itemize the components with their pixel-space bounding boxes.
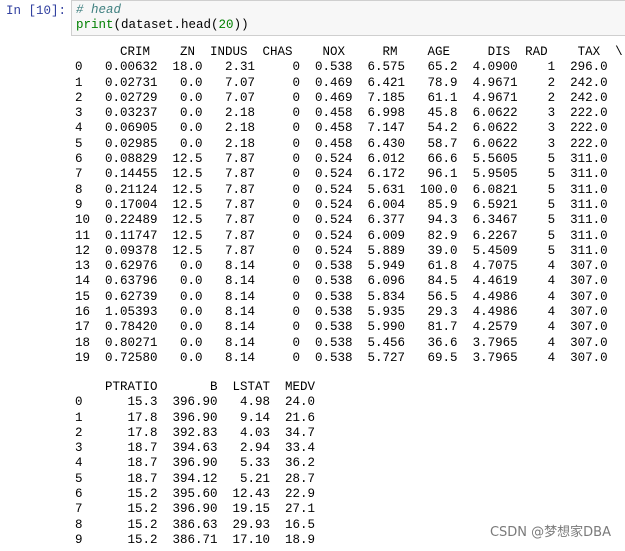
code-call-close: )): [233, 18, 249, 32]
output-table-part-2: PTRATIO B LSTAT MEDV 0 15.3 396.90 4.98 …: [75, 380, 316, 547]
code-function-name: print: [76, 18, 114, 32]
code-statement: print(dataset.head(20)): [76, 18, 249, 33]
output-table-part-1: CRIM ZN INDUS CHAS NOX RM AGE DIS RAD TA…: [75, 45, 623, 365]
code-cell-input[interactable]: # head print(dataset.head(20)): [71, 0, 625, 36]
watermark: CSDN @梦想家DBA: [489, 525, 611, 540]
code-comment: # head: [76, 3, 122, 17]
code-argument: 20: [218, 18, 234, 32]
code-call-open: (dataset.head(: [113, 18, 219, 32]
cell-prompt: In [10]:: [6, 4, 67, 18]
